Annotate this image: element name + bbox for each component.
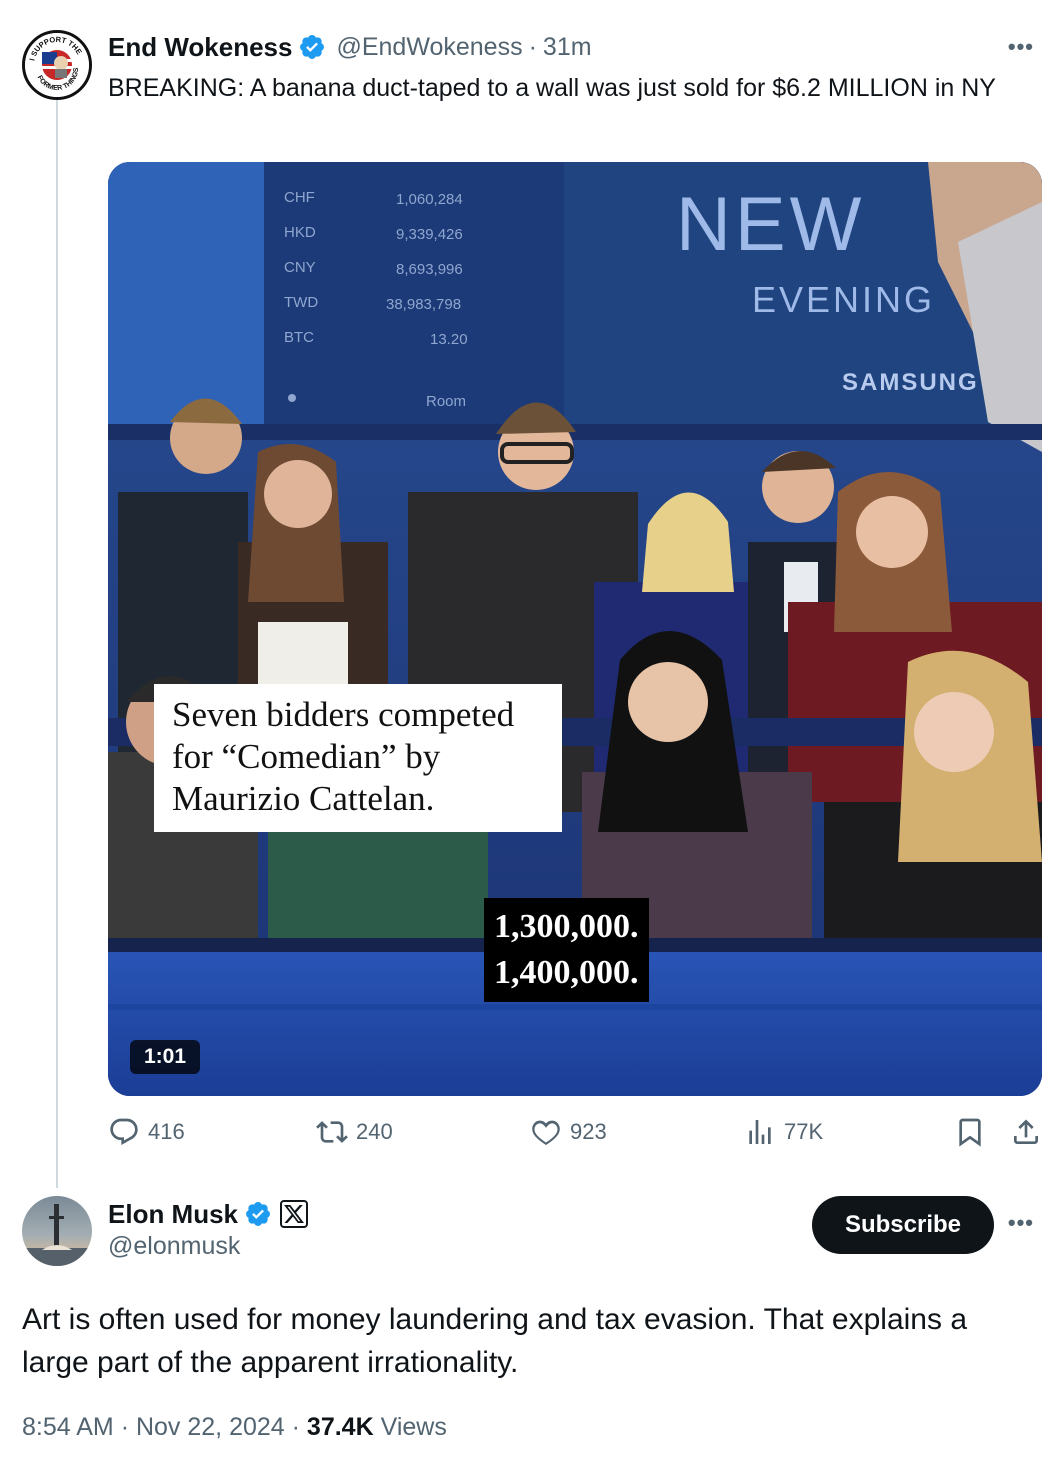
verified-icon xyxy=(246,1202,270,1226)
board-code: BTC xyxy=(284,329,314,346)
tweet-text: Art is often used for money laundering a… xyxy=(22,1303,968,1379)
share-button[interactable] xyxy=(1010,1116,1050,1148)
tweet2-header: Elon Musk xyxy=(108,1197,309,1231)
video-duration: 1:01 xyxy=(130,1040,201,1074)
bid-line: 1,400,000. xyxy=(494,954,639,991)
thread-line xyxy=(56,98,58,1188)
bid-line: 1,300,000. xyxy=(494,908,639,945)
board-value: 1,060,284 xyxy=(396,191,463,208)
screen-brand: SAMSUNG xyxy=(842,369,979,396)
handle[interactable]: @elonmusk xyxy=(108,1232,240,1261)
tweet1-header: End Wokeness @EndWokeness · 31m xyxy=(108,30,592,64)
views-label: Views xyxy=(380,1413,447,1441)
board-code: TWD xyxy=(284,294,318,311)
tweet-text: BREAKING: A banana duct-taped to a wall … xyxy=(108,74,996,102)
board-value: 8,693,996 xyxy=(396,261,463,278)
avatar-badge: I SUPPORT THE FORMER THINGS xyxy=(25,33,89,97)
display-name[interactable]: Elon Musk xyxy=(108,1199,238,1230)
board-value: 13.20 xyxy=(430,331,468,348)
handle[interactable]: @EndWokeness xyxy=(336,33,522,62)
timestamp[interactable]: 8:54 AM xyxy=(22,1413,114,1441)
more-icon[interactable]: ••• xyxy=(1008,34,1034,60)
board-code: HKD xyxy=(284,224,316,241)
board-code: CNY xyxy=(284,259,316,276)
screen-subtitle: EVENING xyxy=(752,279,935,320)
like-button[interactable]: 923 xyxy=(530,1116,607,1148)
repost-icon xyxy=(316,1121,348,1143)
caption-line: Seven bidders competed xyxy=(172,695,515,734)
board-room: Room xyxy=(426,393,466,410)
repost-count: 240 xyxy=(356,1119,393,1144)
reply-button[interactable]: 416 xyxy=(108,1116,185,1148)
like-icon xyxy=(532,1120,560,1146)
verified-icon xyxy=(300,35,325,59)
caption-line: Maurizio Cattelan. xyxy=(172,779,435,818)
separator-dot: · xyxy=(120,1413,136,1441)
views-icon xyxy=(749,1120,771,1144)
board-value: 9,339,426 xyxy=(396,226,463,243)
views-count: 37.4K xyxy=(306,1413,374,1441)
caption-line: for “Comedian” by xyxy=(172,737,441,776)
avatar-photo xyxy=(22,1204,92,1266)
timestamp[interactable]: 31m xyxy=(543,33,592,62)
separator-dot: · xyxy=(291,1413,307,1441)
x-affiliate-icon[interactable] xyxy=(280,1200,309,1228)
video-player[interactable]: CHF 1,060,284 HKD 9,339,426 CNY 8,693,99… xyxy=(108,162,1042,1096)
repost-button[interactable]: 240 xyxy=(316,1116,393,1148)
more-icon[interactable]: ••• xyxy=(1008,1210,1034,1236)
tweet-meta: 8:54 AM · Nov 22, 2024 · 37.4K Views xyxy=(22,1413,447,1442)
bid-subtitle: 1,300,000. 1,400,000. xyxy=(484,898,649,1002)
display-name[interactable]: End Wokeness xyxy=(108,32,292,63)
subscribe-button[interactable]: Subscribe xyxy=(812,1196,994,1254)
elon-musk-avatar[interactable] xyxy=(22,1196,92,1266)
bookmark-button[interactable] xyxy=(954,1116,994,1148)
board-value: 38,983,798 xyxy=(386,296,461,313)
screen-title: NEW xyxy=(676,182,865,267)
separator-dot: · xyxy=(528,32,537,61)
views-button[interactable]: 77K xyxy=(744,1116,823,1148)
share-icon xyxy=(1014,1119,1038,1144)
bookmark-icon xyxy=(959,1118,981,1147)
tweet-actions: 416 240 923 77K xyxy=(108,1116,1042,1156)
end-wokeness-avatar[interactable]: I SUPPORT THE FORMER THINGS xyxy=(22,30,92,100)
board-code: CHF xyxy=(284,189,315,206)
views-count: 77K xyxy=(784,1119,824,1144)
like-count: 923 xyxy=(570,1119,607,1144)
date[interactable]: Nov 22, 2024 xyxy=(136,1413,285,1441)
video-caption: Seven bidders competed for “Comedian” by… xyxy=(154,684,562,832)
reply-icon xyxy=(110,1118,138,1145)
reply-count: 416 xyxy=(148,1119,185,1144)
